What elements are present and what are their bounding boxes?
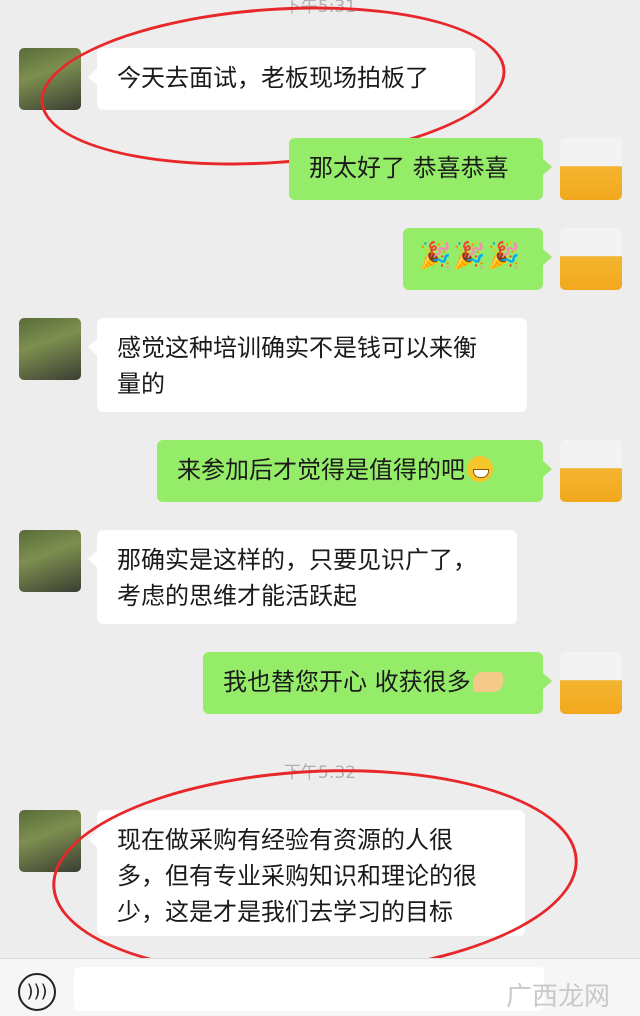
message-bubble-received[interactable]: 感觉这种培训确实不是钱可以来衡 量的	[88, 318, 527, 412]
contact-avatar[interactable]	[19, 318, 81, 380]
handshake-emoji-icon	[472, 672, 503, 692]
message-bubble-received[interactable]: 现在做采购有经验有资源的人很 多，但有专业采购知识和理论的很 少，这是才是我们去…	[88, 810, 525, 936]
message-bubble-sent[interactable]: 来参加后才觉得是值得的吧	[157, 440, 552, 502]
timestamp-middle: 下午5:32	[283, 763, 357, 783]
message-text-line: 考虑的思维才能活跃起	[117, 582, 357, 610]
user-avatar[interactable]	[560, 228, 622, 290]
message-text: 我也替您开心 收获很多	[223, 668, 471, 696]
message-text-line: 多，但有专业采购知识和理论的很	[117, 862, 477, 890]
message-text: 来参加后才觉得是值得的吧	[177, 456, 465, 484]
party-popper-icon: 🎉🎉🎉	[419, 241, 523, 271]
watermark-text: 广西龙网	[505, 982, 610, 1012]
message-text-line: 那确实是这样的，只要见识广了，	[117, 546, 477, 574]
user-avatar[interactable]	[560, 440, 622, 502]
contact-avatar[interactable]	[19, 530, 81, 592]
message-bubble-sent[interactable]: 那太好了 恭喜恭喜	[289, 138, 552, 200]
message-text: 那太好了 恭喜恭喜	[309, 154, 509, 182]
message-text-line: 现在做采购有经验有资源的人很	[117, 826, 453, 854]
message-bubble-received[interactable]: 那确实是这样的，只要见识广了， 考虑的思维才能活跃起	[88, 530, 517, 624]
grin-emoji-icon	[467, 456, 493, 482]
message-bubble-sent[interactable]: 我也替您开心 收获很多	[203, 652, 552, 714]
timestamp-top: 下午5:31	[283, 0, 357, 17]
message-text-line: 感觉这种培训确实不是钱可以来衡	[117, 334, 477, 362]
message-bubble-sent[interactable]: 🎉🎉🎉	[403, 228, 552, 290]
contact-avatar[interactable]	[19, 810, 81, 872]
message-input[interactable]	[74, 967, 544, 1011]
message-text-line: 少，这是才是我们去学习的目标	[117, 898, 453, 926]
message-bubble-received[interactable]: 今天去面试，老板现场拍板了	[88, 48, 475, 110]
contact-avatar[interactable]	[19, 48, 81, 110]
message-text: 今天去面试，老板现场拍板了	[117, 64, 429, 92]
message-text-line: 量的	[117, 370, 165, 398]
user-avatar[interactable]	[560, 138, 622, 200]
user-avatar[interactable]	[560, 652, 622, 714]
voice-input-icon[interactable]: )))	[18, 973, 56, 1011]
